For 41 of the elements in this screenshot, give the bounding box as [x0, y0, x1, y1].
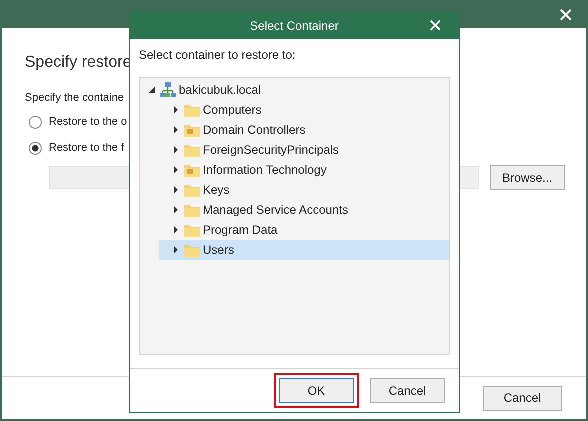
close-icon[interactable]: [430, 20, 441, 31]
radio-button[interactable]: [29, 142, 42, 154]
option-label: Restore to the o: [49, 116, 128, 128]
prompt-text: Specify the containe: [25, 92, 124, 104]
ok-button[interactable]: OK: [279, 378, 354, 403]
folder-icon: [184, 224, 200, 236]
close-icon[interactable]: [560, 9, 572, 21]
tree-item[interactable]: Computers: [203, 103, 262, 117]
expand-arrow-icon[interactable]: [172, 106, 180, 114]
tree-item[interactable]: ForeignSecurityPrincipals: [203, 143, 340, 157]
tree-item[interactable]: Keys: [203, 183, 230, 197]
cancel-button[interactable]: Cancel: [483, 386, 562, 410]
folder-icon: [184, 104, 200, 116]
dialog-title: Select Container: [250, 18, 339, 32]
expand-arrow-icon[interactable]: [172, 126, 180, 134]
expand-arrow-icon[interactable]: [172, 206, 180, 214]
expand-arrow-icon[interactable]: [172, 146, 180, 154]
tree-item[interactable]: bakicubuk.local: [179, 83, 262, 97]
folder-icon: [184, 244, 200, 256]
folder-icon: [184, 204, 200, 216]
folder-icon: [184, 144, 200, 156]
expand-arrow-icon[interactable]: [148, 86, 156, 94]
page-heading: Specify restore: [25, 54, 132, 72]
expand-arrow-icon[interactable]: [172, 226, 180, 234]
selected-row[interactable]: Users: [159, 240, 449, 260]
tree-item[interactable]: Information Technology: [203, 163, 327, 177]
tree-item[interactable]: Managed Service Accounts: [203, 203, 348, 217]
cancel-button[interactable]: Cancel: [370, 378, 445, 403]
expand-arrow-icon[interactable]: [172, 166, 180, 174]
folder-icon: [184, 184, 200, 196]
tree-item[interactable]: Program Data: [203, 223, 278, 237]
radio-button[interactable]: [29, 116, 42, 128]
option-label: Restore to the f: [49, 142, 124, 154]
browse-button[interactable]: Browse...: [490, 165, 565, 190]
network-icon: [160, 82, 176, 98]
expand-arrow-icon[interactable]: [172, 246, 180, 254]
folder-icon: [184, 124, 200, 136]
tree-item[interactable]: Domain Controllers: [203, 123, 306, 137]
folder-icon: [184, 164, 200, 176]
prompt-text: Select container to restore to:: [139, 48, 296, 62]
expand-arrow-icon[interactable]: [172, 186, 180, 194]
